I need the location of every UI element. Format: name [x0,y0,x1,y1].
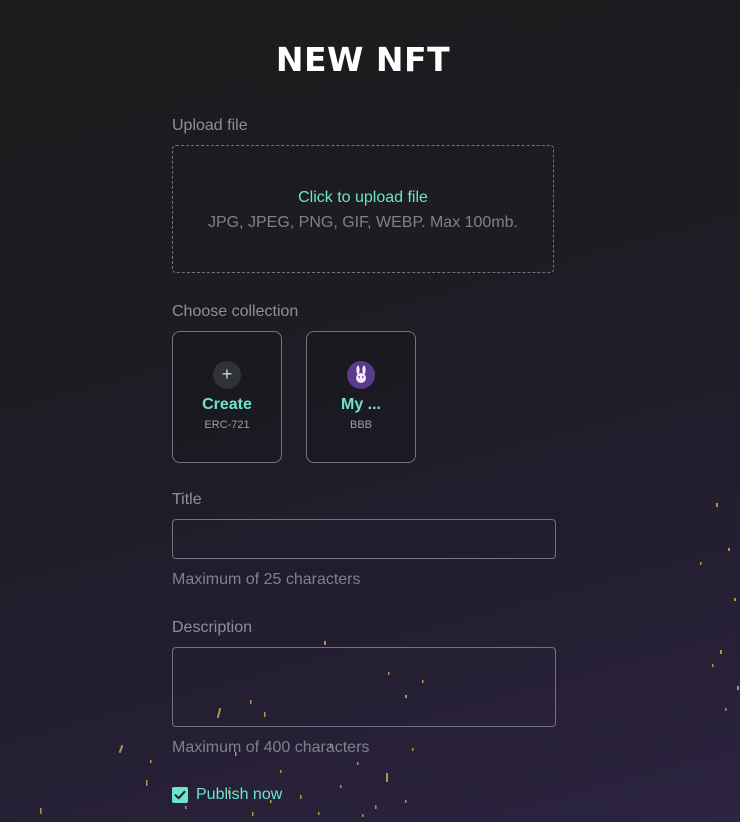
upload-cta-link[interactable]: Click to upload file [173,189,553,207]
page-title: NEW NFT [275,40,451,79]
upload-file-label: Upload file [172,117,248,134]
collection-card-name: My ... [340,396,381,413]
collection-card-create[interactable]: + Create ERC-721 [172,331,282,463]
description-hint: Maximum of 400 characters [172,739,370,756]
collection-card-my[interactable]: My ... BBB [306,331,416,463]
description-textarea[interactable] [172,647,556,727]
title-hint: Maximum of 25 characters [172,571,361,588]
collection-card-name: Create [202,396,252,413]
publish-now-checkbox[interactable] [172,787,188,803]
title-label: Title [172,491,202,508]
title-input[interactable] [172,519,556,559]
publish-now-label[interactable]: Publish now [196,786,282,804]
upload-dropzone[interactable]: Click to upload file JPG, JPEG, PNG, GIF… [172,145,554,273]
collection-card-symbol: BBB [349,419,372,431]
plus-icon: + [213,361,241,389]
choose-collection-label: Choose collection [172,303,299,320]
upload-format-hint: JPG, JPEG, PNG, GIF, WEBP. Max 100mb. [207,214,518,231]
collection-card-standard: ERC-721 [204,419,250,431]
description-label: Description [172,619,253,636]
check-icon [174,790,186,800]
bunny-avatar-icon [347,361,375,389]
